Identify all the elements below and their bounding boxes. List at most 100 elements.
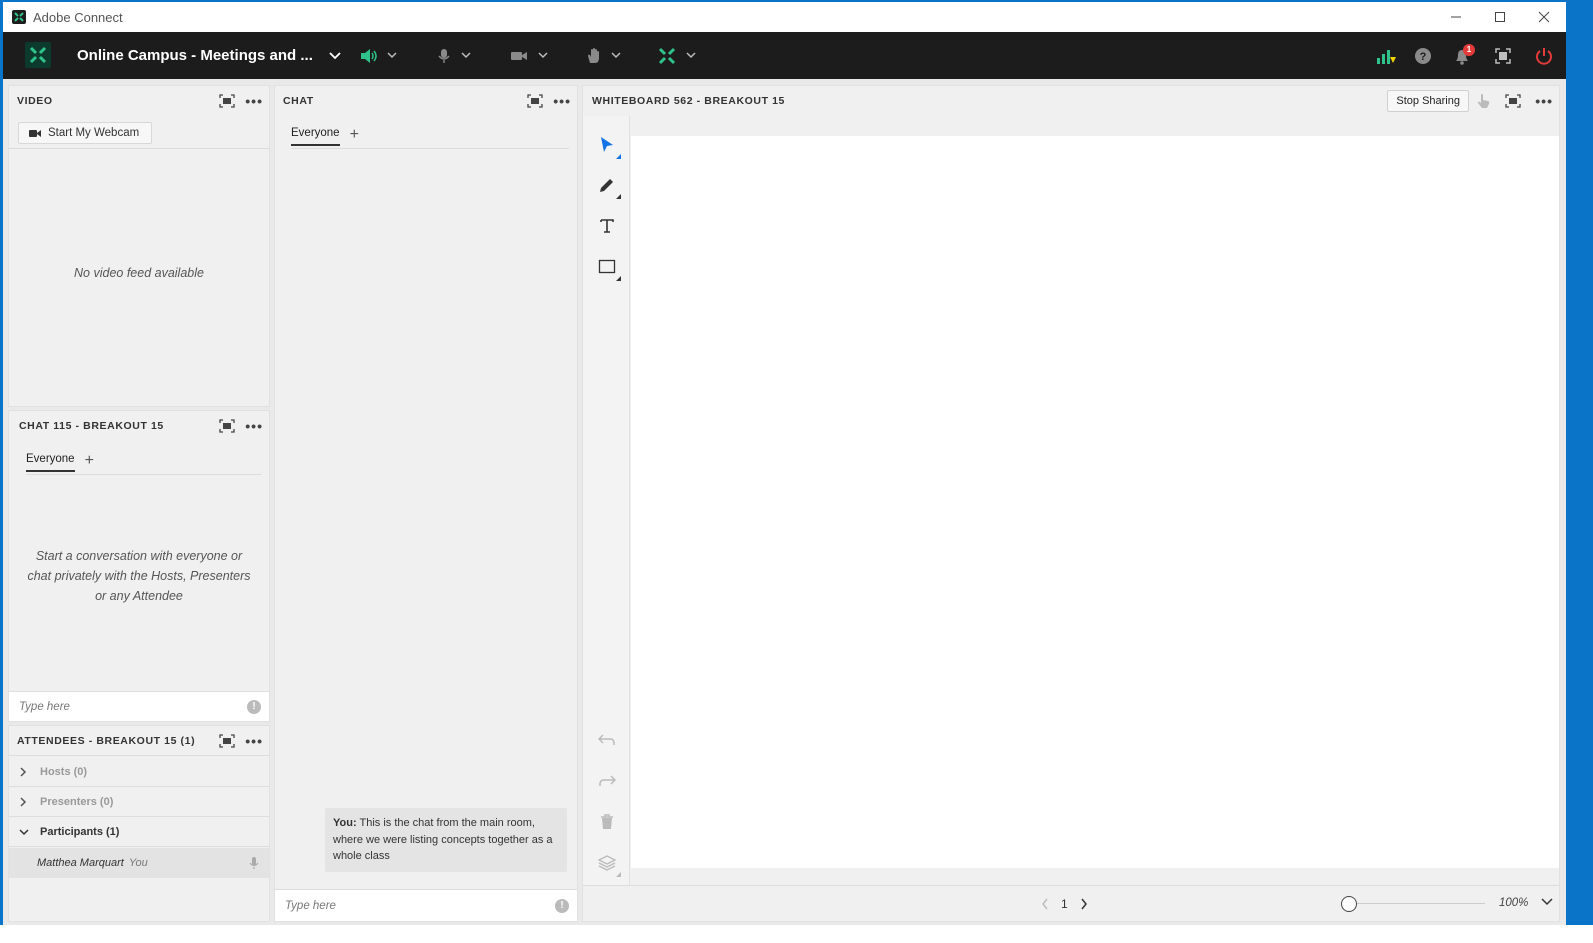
main-chat-pod: CHAT ••• Everyone + You: This is the cha… <box>274 85 578 922</box>
video-pod: VIDEO ••• Start My Webcam No video feed … <box>8 85 270 407</box>
speaker-control[interactable] <box>359 32 397 79</box>
redo-button[interactable] <box>595 769 619 793</box>
video-pod-title: VIDEO <box>17 95 53 107</box>
app-title: Adobe Connect <box>33 9 123 25</box>
chevron-down-icon <box>686 52 696 59</box>
no-video-text: No video feed available <box>74 266 204 280</box>
signal-strength-icon <box>1375 47 1397 65</box>
camera-control[interactable] <box>510 32 548 79</box>
bell-icon: 1 <box>1453 43 1475 65</box>
undo-icon <box>598 733 616 747</box>
attendee-you-tag: You <box>128 857 148 869</box>
chevron-right-icon <box>19 796 31 807</box>
breakout-chat-title: CHAT 115 - BREAKOUT 15 <box>19 420 164 432</box>
main-chat-title: CHAT <box>283 95 314 107</box>
fullscreen-button[interactable] <box>1495 32 1511 79</box>
maximize-button[interactable] <box>1478 2 1522 32</box>
text-icon <box>599 218 615 234</box>
more-options-icon[interactable]: ••• <box>245 418 263 434</box>
maximize-pod-icon[interactable] <box>1505 94 1521 108</box>
zoom-slider-track[interactable] <box>1357 903 1485 904</box>
more-options-icon[interactable]: ••• <box>1535 93 1553 109</box>
text-tool[interactable] <box>595 214 619 238</box>
previous-page-button[interactable] <box>1041 898 1049 910</box>
select-icon <box>599 136 615 154</box>
attendee-group-participants[interactable]: Participants (1) <box>9 817 269 847</box>
microphone-icon <box>249 856 259 870</box>
zoom-level: 100% <box>1499 897 1529 909</box>
zoom-slider-handle[interactable] <box>1341 896 1357 912</box>
attendee-group-presenters[interactable]: Presenters (0) <box>9 787 269 817</box>
chevron-down-icon <box>611 52 621 59</box>
pointer-hand-icon[interactable] <box>1477 93 1491 109</box>
minimize-button[interactable] <box>1434 2 1478 32</box>
attendee-row[interactable]: Matthea Marquart You <box>9 848 269 878</box>
room-title: Online Campus - Meetings and ... <box>77 47 313 64</box>
microphone-control[interactable] <box>437 32 471 79</box>
maximize-pod-icon[interactable] <box>219 94 235 108</box>
attendees-pod-title: ATTENDEES - BREAKOUT 15 (1) <box>17 734 196 747</box>
raise-hand-icon <box>585 47 603 65</box>
add-tab-icon[interactable]: + <box>85 452 94 470</box>
group-label: Hosts (0) <box>40 765 88 778</box>
raise-hand-control[interactable] <box>585 32 621 79</box>
start-webcam-label: Start My Webcam <box>48 127 140 139</box>
pencil-tool[interactable] <box>595 173 621 199</box>
zoom-dropdown-button[interactable] <box>1541 898 1553 906</box>
breakout-chat-input[interactable]: Type here ! <box>9 691 269 721</box>
redo-icon <box>598 774 616 788</box>
next-page-button[interactable] <box>1080 898 1088 910</box>
select-tool[interactable] <box>595 133 621 159</box>
chevron-down-icon <box>387 52 397 59</box>
maximize-pod-icon[interactable] <box>219 734 235 748</box>
info-icon[interactable]: ! <box>247 699 261 714</box>
more-options-icon[interactable]: ••• <box>245 733 263 749</box>
shape-tool[interactable] <box>595 255 621 281</box>
tab-everyone[interactable]: Everyone <box>26 453 75 472</box>
group-label: Participants (1) <box>40 825 120 838</box>
whiteboard-footer: 1 100% <box>583 885 1559 921</box>
maximize-pod-icon[interactable] <box>219 419 235 433</box>
apps-icon <box>658 47 676 65</box>
apps-control[interactable] <box>658 32 696 79</box>
pencil-icon <box>598 176 616 194</box>
message-sender: You: <box>333 817 357 829</box>
add-tab-icon[interactable]: + <box>350 126 359 144</box>
chat-message: You: This is the chat from the main room… <box>325 808 567 872</box>
close-window-button[interactable] <box>1522 2 1566 32</box>
camera-icon <box>29 129 42 138</box>
notifications-button[interactable]: 1 <box>1453 32 1475 79</box>
power-icon <box>1535 47 1553 65</box>
leave-meeting-button[interactable] <box>1535 32 1553 79</box>
help-button[interactable]: ? <box>1414 32 1432 79</box>
more-options-icon[interactable]: ••• <box>245 93 263 109</box>
breakout-chat-pod: CHAT 115 - BREAKOUT 15 ••• Everyone + St… <box>8 410 270 722</box>
maximize-pod-icon[interactable] <box>527 94 543 108</box>
layers-icon <box>598 855 616 871</box>
layers-button[interactable] <box>595 851 621 877</box>
stop-sharing-button[interactable]: Stop Sharing <box>1387 90 1469 112</box>
attendee-name: Matthea Marquart <box>37 857 124 869</box>
window-bottom-edge <box>0 925 1593 943</box>
microphone-icon <box>437 48 451 64</box>
whiteboard-toolbar <box>583 116 630 885</box>
trash-icon <box>600 814 614 830</box>
app-icon <box>12 10 26 24</box>
room-menu[interactable]: Online Campus - Meetings and ... <box>77 32 341 79</box>
notification-badge: 1 <box>1463 43 1475 56</box>
start-webcam-button[interactable]: Start My Webcam <box>18 122 153 144</box>
camera-icon <box>510 50 528 62</box>
chevron-down-icon <box>461 52 471 59</box>
speaker-icon <box>359 48 379 64</box>
delete-button[interactable] <box>595 810 619 834</box>
attendee-group-hosts[interactable]: Hosts (0) <box>9 757 269 787</box>
chat-empty-text: Start a conversation with everyone or ch… <box>27 549 251 603</box>
more-options-icon[interactable]: ••• <box>553 93 571 109</box>
main-chat-input[interactable]: Type here ! <box>275 889 577 921</box>
connection-status[interactable] <box>1375 32 1397 79</box>
message-text: This is the chat from the main room, whe… <box>333 817 553 862</box>
undo-button[interactable] <box>595 728 619 752</box>
info-icon[interactable]: ! <box>555 898 569 913</box>
tab-everyone[interactable]: Everyone <box>291 127 340 146</box>
whiteboard-canvas[interactable] <box>631 136 1559 868</box>
